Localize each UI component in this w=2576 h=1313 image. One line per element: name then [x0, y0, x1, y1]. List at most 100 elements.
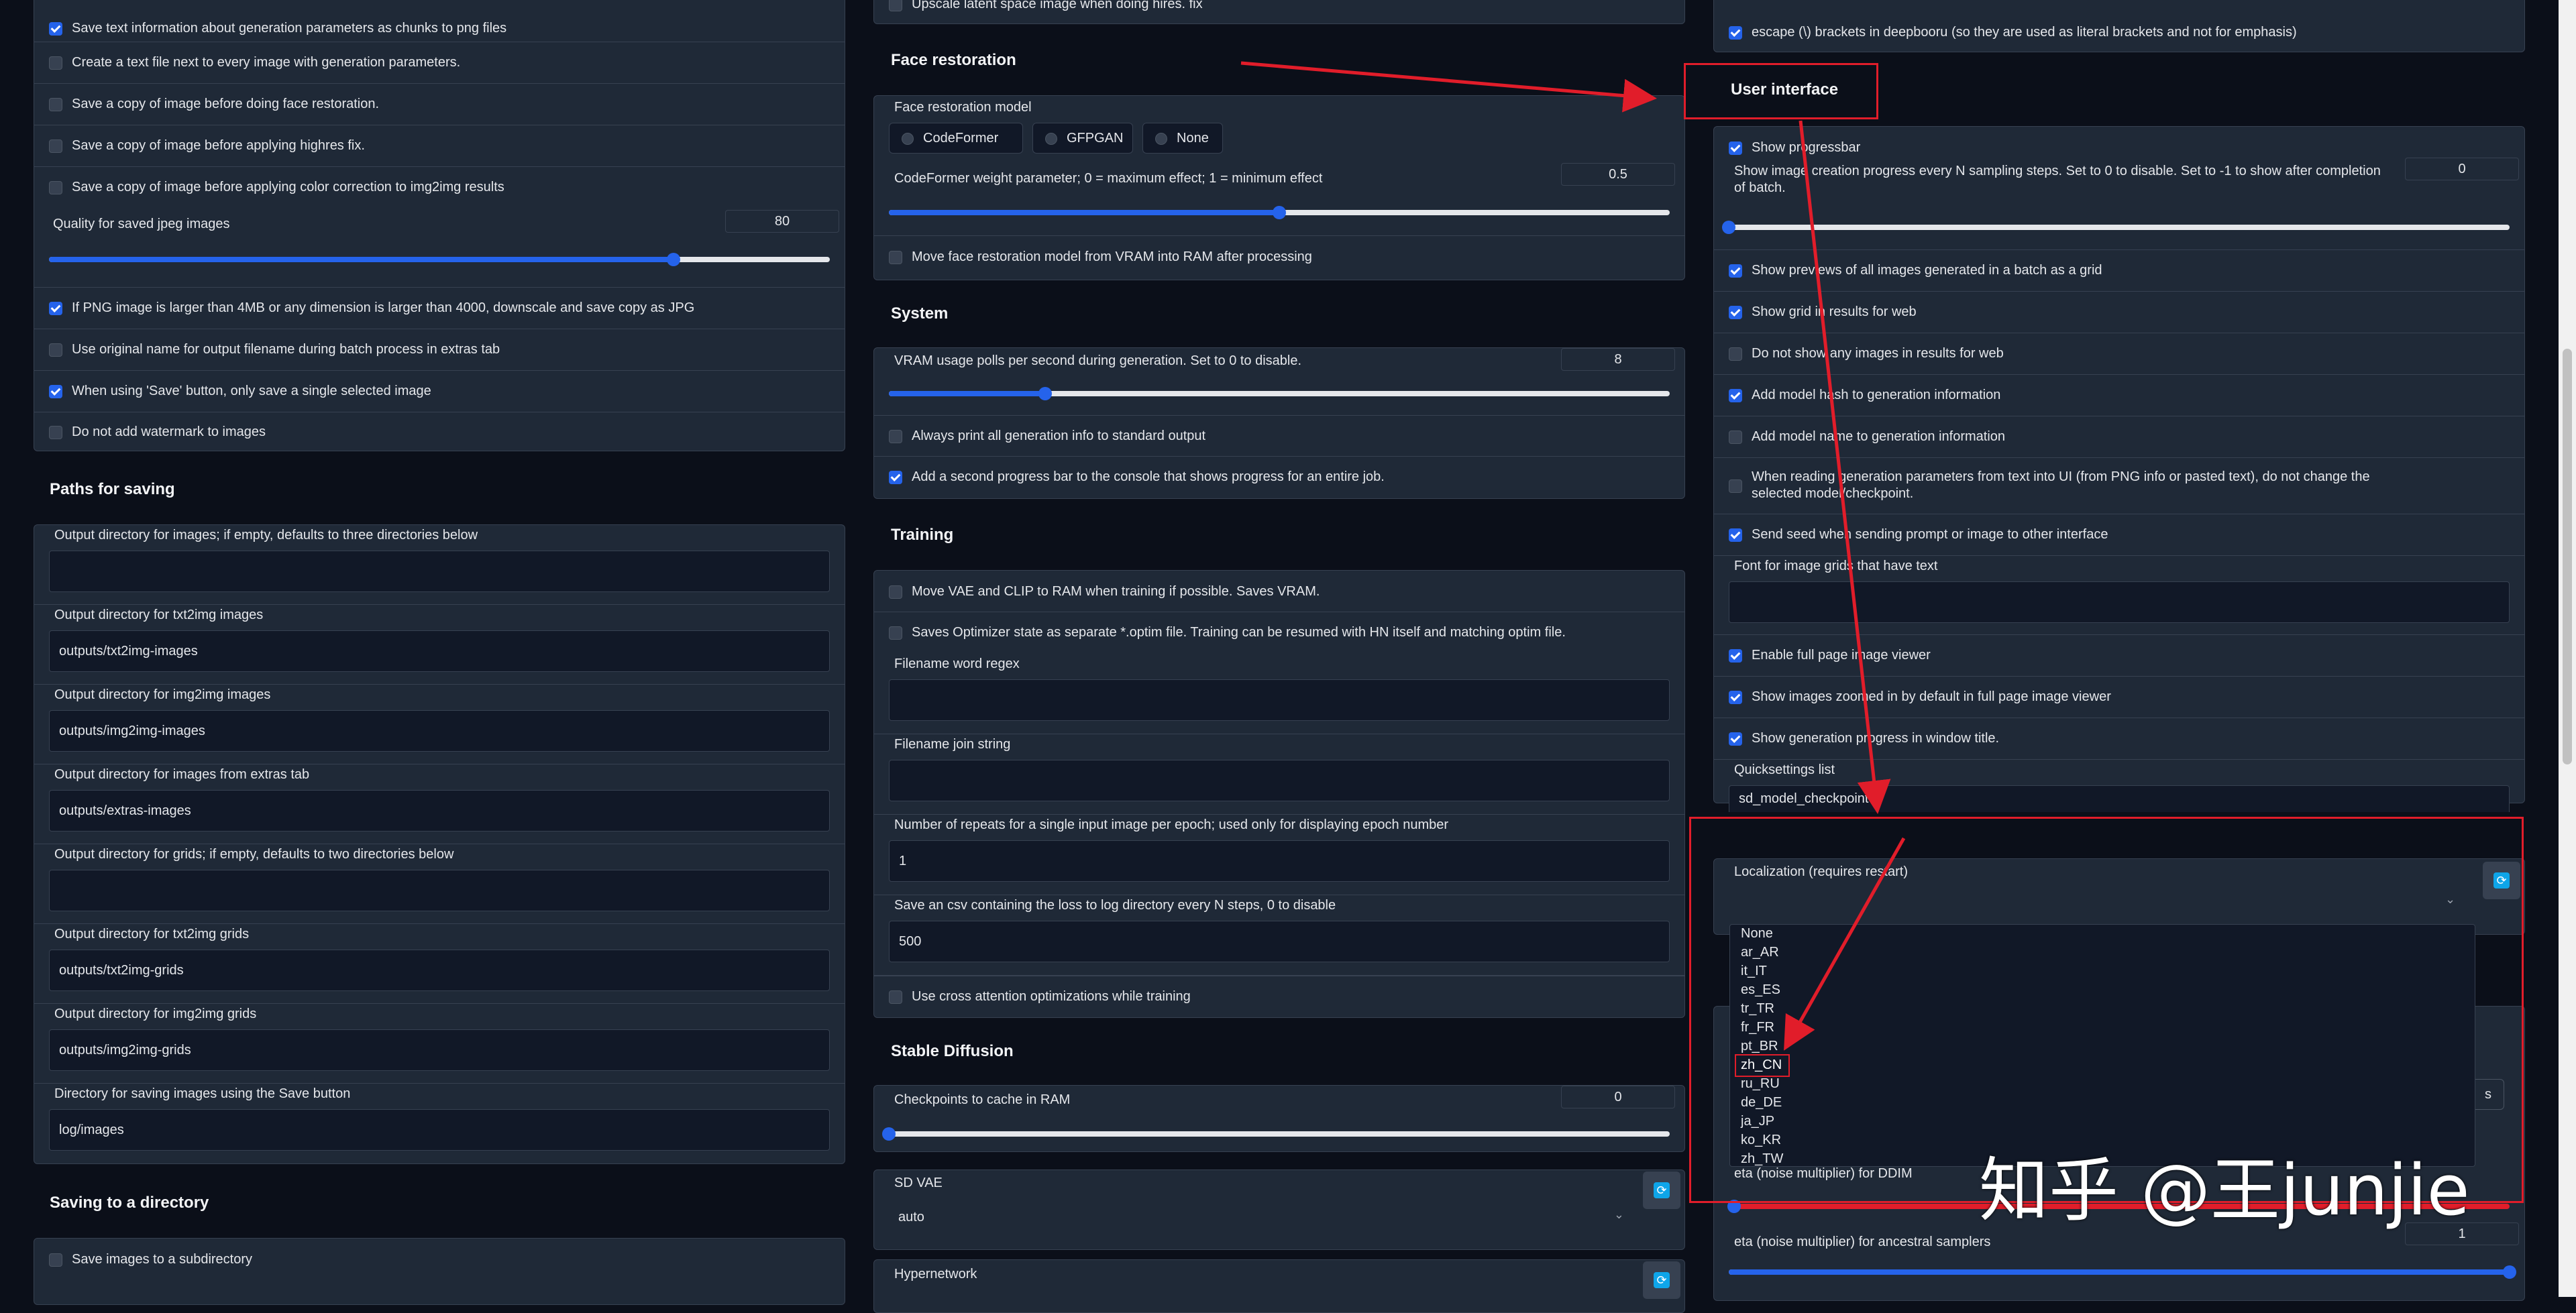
setting-row[interactable]: Show grid in results for web	[1714, 292, 2524, 333]
radio-codeformer[interactable]: CodeFormer	[889, 123, 1023, 154]
checkbox[interactable]	[1729, 691, 1742, 704]
checkbox[interactable]	[889, 626, 902, 640]
path-input[interactable]: outputs/txt2img-grids	[49, 950, 830, 991]
radio-none[interactable]: None	[1142, 123, 1223, 154]
checkbox[interactable]	[49, 98, 62, 111]
sd-vae-dropdown[interactable]: auto ⌄	[889, 1197, 1640, 1237]
path-input[interactable]: outputs/img2img-grids	[49, 1029, 830, 1071]
checkbox[interactable]	[889, 0, 902, 11]
checkbox[interactable]	[49, 302, 62, 315]
checkbox[interactable]	[49, 426, 62, 439]
setting-row[interactable]: Move VAE and CLIP to RAM when training i…	[874, 571, 1684, 612]
checkbox[interactable]	[49, 22, 62, 36]
eta-ancestral-slider[interactable]	[1729, 1265, 2516, 1279]
checkbox[interactable]	[1729, 306, 1742, 319]
training-input[interactable]	[889, 760, 1670, 801]
checkbox[interactable]	[889, 430, 902, 443]
setting-row[interactable]: Save a copy of image before doing face r…	[34, 84, 845, 125]
jpeg-quality-slider[interactable]	[49, 253, 830, 266]
checkbox[interactable]	[1729, 26, 1742, 40]
checkbox[interactable]	[1729, 649, 1742, 663]
setting-row[interactable]: Use original name for output filename du…	[34, 329, 845, 371]
checkbox[interactable]	[1729, 431, 1742, 444]
checkbox[interactable]	[1729, 479, 1742, 493]
setting-row[interactable]: Do not show any images in results for we…	[1714, 333, 2524, 375]
scrollbar-thumb[interactable]	[2563, 349, 2572, 764]
face-restoration-panel: Face restoration model CodeFormer GFPGAN…	[873, 95, 1685, 280]
checkbox[interactable]	[49, 181, 62, 194]
setting-row[interactable]: When using 'Save' button, only save a si…	[34, 371, 845, 412]
checkbox[interactable]	[889, 585, 902, 599]
vram-polls-slider[interactable]	[889, 387, 1670, 400]
setting-row[interactable]: When reading generation parameters from …	[1714, 458, 2524, 514]
checkbox[interactable]	[49, 56, 62, 70]
checkpoints-cache-slider[interactable]	[882, 1127, 1670, 1141]
setting-row[interactable]: Save a copy of image before applying hig…	[34, 125, 845, 167]
path-input[interactable]: outputs/txt2img-images	[49, 630, 830, 672]
setting-row[interactable]: Move face restoration model from VRAM in…	[874, 235, 1684, 280]
setting-label: When reading generation parameters from …	[1752, 469, 2370, 501]
codeformer-weight-slider[interactable]	[889, 206, 1670, 219]
jpeg-quality-number[interactable]: 80	[725, 210, 839, 233]
checkbox[interactable]	[889, 990, 902, 1004]
slider-handle[interactable]	[1038, 387, 1052, 400]
checkbox[interactable]	[1729, 141, 1742, 155]
checkbox[interactable]	[49, 1253, 62, 1267]
slider-handle[interactable]	[1722, 221, 1735, 234]
setting-row[interactable]: Add a second progress bar to the console…	[874, 457, 1684, 498]
checkbox[interactable]	[49, 139, 62, 153]
quicksettings-input[interactable]: sd_model_checkpoint	[1729, 785, 2510, 812]
field-label: Filename join string	[894, 737, 1011, 752]
checkbox[interactable]	[1729, 347, 1742, 361]
checkbox[interactable]	[1729, 389, 1742, 402]
path-input[interactable]: outputs/img2img-images	[49, 710, 830, 752]
checkpoints-cache-number[interactable]: 0	[1561, 1086, 1675, 1108]
checkbox[interactable]	[49, 385, 62, 398]
hypernetwork-panel: Hypernetwork ⟳	[873, 1259, 1685, 1313]
progress-steps-slider[interactable]	[1722, 221, 2510, 234]
checkbox[interactable]	[889, 471, 902, 484]
checkbox[interactable]	[1729, 732, 1742, 746]
setting-row[interactable]: Save text information about generation p…	[34, 1, 845, 42]
setting-row[interactable]: Show generation progress in window title…	[1714, 718, 2524, 760]
setting-row[interactable]: Send seed when sending prompt or image t…	[1714, 514, 2524, 556]
checkbox[interactable]	[1729, 528, 1742, 542]
setting-row[interactable]: If PNG image is larger than 4MB or any d…	[34, 288, 845, 329]
path-input[interactable]: outputs/extras-images	[49, 790, 830, 832]
vram-polls-number[interactable]: 8	[1561, 348, 1675, 371]
field-value: outputs/img2img-images	[59, 723, 205, 738]
slider-handle[interactable]	[1273, 206, 1286, 219]
checkbox[interactable]	[49, 343, 62, 357]
path-input[interactable]	[49, 551, 830, 592]
path-input[interactable]	[49, 870, 830, 911]
training-input[interactable]: 500	[889, 921, 1670, 962]
scrollbar[interactable]	[2559, 0, 2576, 1297]
path-input[interactable]: log/images	[49, 1109, 830, 1151]
setting-row[interactable]: Show previews of all images generated in…	[1714, 250, 2524, 292]
setting-row[interactable]: Saves Optimizer state as separate *.opti…	[874, 612, 1684, 654]
checkbox[interactable]	[889, 251, 902, 264]
progress-steps-number[interactable]: 0	[2405, 158, 2519, 180]
checkbox[interactable]	[1729, 264, 1742, 278]
setting-row[interactable]: Add model hash to generation information	[1714, 375, 2524, 416]
setting-row[interactable]: Create a text file next to every image w…	[34, 42, 845, 84]
setting-row[interactable]: Use cross attention optimizations while …	[874, 976, 1684, 1017]
training-input[interactable]: 1	[889, 840, 1670, 882]
slider-handle[interactable]	[2503, 1265, 2516, 1279]
slider-handle[interactable]	[667, 253, 680, 266]
slider-handle[interactable]	[882, 1127, 896, 1141]
setting-row[interactable]: Do not add watermark to images	[34, 412, 845, 451]
setting-row[interactable]: Always print all generation info to stan…	[874, 415, 1684, 457]
refresh-button[interactable]: ⟳	[1643, 1172, 1680, 1209]
field-label: Filename word regex	[894, 656, 1020, 671]
refresh-button[interactable]: ⟳	[1643, 1261, 1680, 1299]
system-panel: VRAM usage polls per second during gener…	[873, 347, 1685, 499]
setting-row[interactable]: Enable full page image viewer	[1714, 635, 2524, 677]
font-grids-input[interactable]	[1729, 581, 2510, 623]
codeformer-weight-number[interactable]: 0.5	[1561, 163, 1675, 186]
setting-row[interactable]: Show images zoomed in by default in full…	[1714, 677, 2524, 718]
training-input[interactable]	[889, 679, 1670, 721]
setting-row[interactable]: Add model name to generation information	[1714, 416, 2524, 458]
radio-gfpgan[interactable]: GFPGAN	[1032, 123, 1133, 154]
setting-row[interactable]: Save a copy of image before applying col…	[34, 167, 845, 207]
